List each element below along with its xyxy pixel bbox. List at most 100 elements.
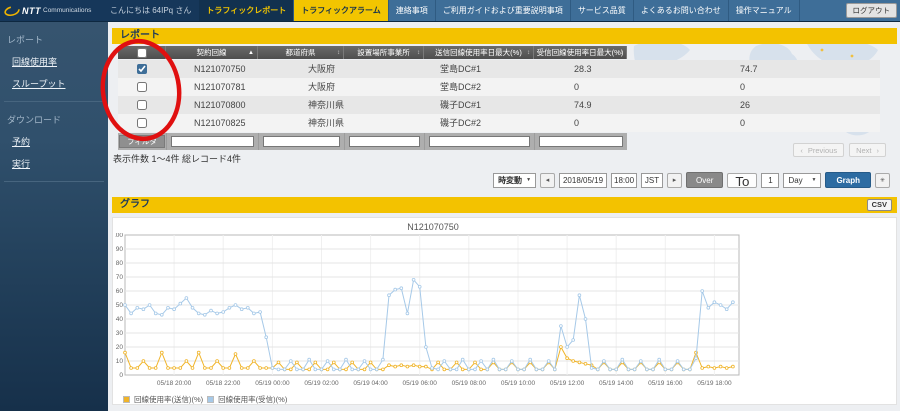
time-input[interactable]: 18:00 bbox=[611, 172, 638, 188]
tab-traffic-alarm[interactable]: トラフィックアラーム bbox=[294, 0, 389, 21]
prefecture: 神奈川県 bbox=[308, 118, 345, 128]
circuit-table-body: N121070750 大阪府 堂島DC#1 28.3 74.7 N1210707… bbox=[118, 60, 880, 132]
svg-text:10: 10 bbox=[116, 358, 124, 365]
tab-faq[interactable]: よくあるお問い合わせ bbox=[634, 0, 729, 21]
rx-max: 0 bbox=[740, 82, 746, 92]
date-back-button[interactable]: ◂ bbox=[540, 172, 556, 188]
main-content: レポート 契約回線 ▲ 都道府県 ↕ 設置場所事業所 ↕ 送信回線使用率日最大(… bbox=[108, 22, 900, 411]
sidebar-section-download: ダウンロード bbox=[7, 115, 62, 125]
filter-input-tx[interactable] bbox=[429, 136, 530, 147]
tx-max: 0 bbox=[574, 118, 580, 128]
report-section-title: レポート bbox=[120, 30, 160, 41]
filter-input-circuit[interactable] bbox=[171, 136, 254, 147]
brand-name: NTT bbox=[22, 5, 41, 16]
report-section-header: レポート bbox=[112, 28, 897, 44]
circuit-id: N121070781 bbox=[194, 82, 246, 92]
graph-section-title: グラフ bbox=[120, 199, 150, 210]
svg-text:05/19 08:00: 05/19 08:00 bbox=[452, 380, 487, 387]
sort-icon[interactable]: ↕ bbox=[527, 50, 530, 56]
next-page-button[interactable]: Next › bbox=[849, 143, 886, 157]
options-button[interactable]: ✳ bbox=[875, 172, 890, 188]
graph-section-header: グラフ CSV bbox=[112, 197, 897, 213]
svg-text:05/19 10:00: 05/19 10:00 bbox=[501, 380, 536, 387]
sort-ascending-icon[interactable]: ▲ bbox=[248, 50, 254, 56]
svg-text:05/19 18:00: 05/19 18:00 bbox=[697, 380, 732, 387]
table-row: N121070750 大阪府 堂島DC#1 28.3 74.7 bbox=[118, 60, 880, 78]
row-checkbox[interactable] bbox=[137, 118, 147, 128]
period-mode-select[interactable]: 時変動 ▼ bbox=[493, 172, 537, 188]
select-all-checkbox[interactable] bbox=[136, 47, 147, 58]
filter-row: フィルタ bbox=[118, 133, 627, 150]
row-checkbox[interactable] bbox=[137, 100, 147, 110]
span-value-input[interactable]: 1 bbox=[761, 172, 780, 188]
prefecture: 大阪府 bbox=[308, 64, 336, 74]
legend-swatch-rx bbox=[207, 396, 215, 403]
previous-page-button[interactable]: ‹ Previous bbox=[793, 143, 845, 157]
tab-manual[interactable]: 操作マニュアル bbox=[729, 0, 800, 21]
rx-max: 74.7 bbox=[740, 64, 758, 74]
sort-icon[interactable]: ↕ bbox=[337, 50, 340, 56]
circuit-id: N121070800 bbox=[194, 100, 246, 110]
logout-button[interactable]: ログアウト bbox=[845, 3, 897, 18]
user-greeting: こんにちは 64IPq さん bbox=[110, 6, 192, 15]
brand-sub: Communications bbox=[43, 7, 92, 14]
svg-text:50: 50 bbox=[116, 302, 124, 309]
site: 堂島DC#2 bbox=[440, 82, 482, 92]
svg-text:100: 100 bbox=[115, 233, 123, 239]
circuit-id: N121070750 bbox=[194, 64, 246, 74]
svg-text:05/19 16:00: 05/19 16:00 bbox=[648, 380, 683, 387]
pagination: ‹ Previous Next › bbox=[793, 143, 886, 157]
column-header-site[interactable]: 設置場所事業所 ↕ bbox=[344, 46, 424, 59]
graph-button[interactable]: Graph bbox=[825, 172, 871, 188]
column-header-prefecture[interactable]: 都道府県 ↕ bbox=[258, 46, 344, 59]
svg-text:30: 30 bbox=[116, 330, 124, 337]
sidebar-item-throughput[interactable]: スループット bbox=[0, 70, 108, 92]
traffic-report-app: NTT Communications こんにちは 64IPq さん トラフィック… bbox=[0, 0, 900, 411]
sidebar-item-reserve[interactable]: 予約 bbox=[0, 128, 108, 150]
sort-icon[interactable]: ↕ bbox=[620, 50, 623, 56]
row-checkbox[interactable] bbox=[137, 82, 147, 92]
previous-arrow-icon: ‹ bbox=[800, 145, 803, 155]
top-navigation-bar: NTT Communications こんにちは 64IPq さん トラフィック… bbox=[0, 0, 900, 22]
svg-text:05/19 02:00: 05/19 02:00 bbox=[304, 380, 339, 387]
table-row: N121070781 大阪府 堂島DC#2 0 0 bbox=[118, 78, 880, 96]
svg-text:90: 90 bbox=[116, 246, 124, 253]
over-button[interactable]: Over bbox=[686, 172, 724, 188]
tab-service-quality[interactable]: サービス品質 bbox=[571, 0, 634, 21]
svg-text:05/19 00:00: 05/19 00:00 bbox=[255, 380, 290, 387]
filter-input-site[interactable] bbox=[349, 136, 420, 147]
next-arrow-icon: › bbox=[876, 145, 880, 155]
sidebar-item-execute[interactable]: 実行 bbox=[0, 150, 108, 172]
chart-legend: 回線使用率(送信)(%) 回線使用率(受信)(%) bbox=[123, 394, 287, 405]
sidebar-item-line-usage[interactable]: 回線使用率 bbox=[0, 48, 108, 70]
graph-panel: N121070750 0 10 20 30 40 50 60 70 80 90 100 05/18 2… bbox=[112, 217, 897, 405]
row-checkbox[interactable] bbox=[137, 64, 147, 74]
column-header-rx-max[interactable]: 受信回線使用率日最大(%) ↕ bbox=[534, 46, 627, 59]
tab-traffic-report[interactable]: トラフィックレポート bbox=[199, 0, 295, 21]
table-row: N121070825 神奈川県 磯子DC#2 0 0 bbox=[118, 114, 880, 132]
tab-user-guide[interactable]: ご利用ガイドおよび重要説明事項 bbox=[436, 0, 571, 21]
tx-max: 74.9 bbox=[574, 100, 592, 110]
tab-notices[interactable]: 連絡事項 bbox=[389, 0, 436, 21]
date-input[interactable]: 2018/05/19 bbox=[559, 172, 608, 188]
svg-text:20: 20 bbox=[116, 344, 124, 351]
site: 堂島DC#1 bbox=[440, 64, 482, 74]
to-button[interactable]: To bbox=[727, 172, 758, 189]
column-header-tx-max[interactable]: 送信回線使用率日最大(%) ↕ bbox=[424, 46, 534, 59]
time-range-controls: 時変動 ▼ ◂ 2018/05/19 18:00 JST ▸ Over To 1… bbox=[493, 172, 890, 189]
filter-label: フィルタ bbox=[119, 135, 165, 148]
filter-input-prefecture[interactable] bbox=[263, 136, 340, 147]
csv-button[interactable]: CSV bbox=[866, 199, 892, 211]
svg-text:05/19 04:00: 05/19 04:00 bbox=[353, 380, 388, 387]
svg-text:05/19 12:00: 05/19 12:00 bbox=[550, 380, 585, 387]
filter-input-rx[interactable] bbox=[539, 136, 623, 147]
column-header-circuit[interactable]: 契約回線 ▲ bbox=[166, 46, 258, 59]
date-forward-button[interactable]: ▸ bbox=[667, 172, 683, 188]
sort-icon[interactable]: ↕ bbox=[417, 50, 420, 56]
tx-max: 0 bbox=[574, 82, 580, 92]
svg-text:70: 70 bbox=[116, 274, 124, 281]
prefecture: 神奈川県 bbox=[308, 100, 345, 110]
legend-label-rx: 回線使用率(受信)(%) bbox=[218, 395, 288, 404]
span-unit-select[interactable]: Day ▼ bbox=[783, 172, 822, 188]
select-all-cell bbox=[118, 46, 166, 59]
